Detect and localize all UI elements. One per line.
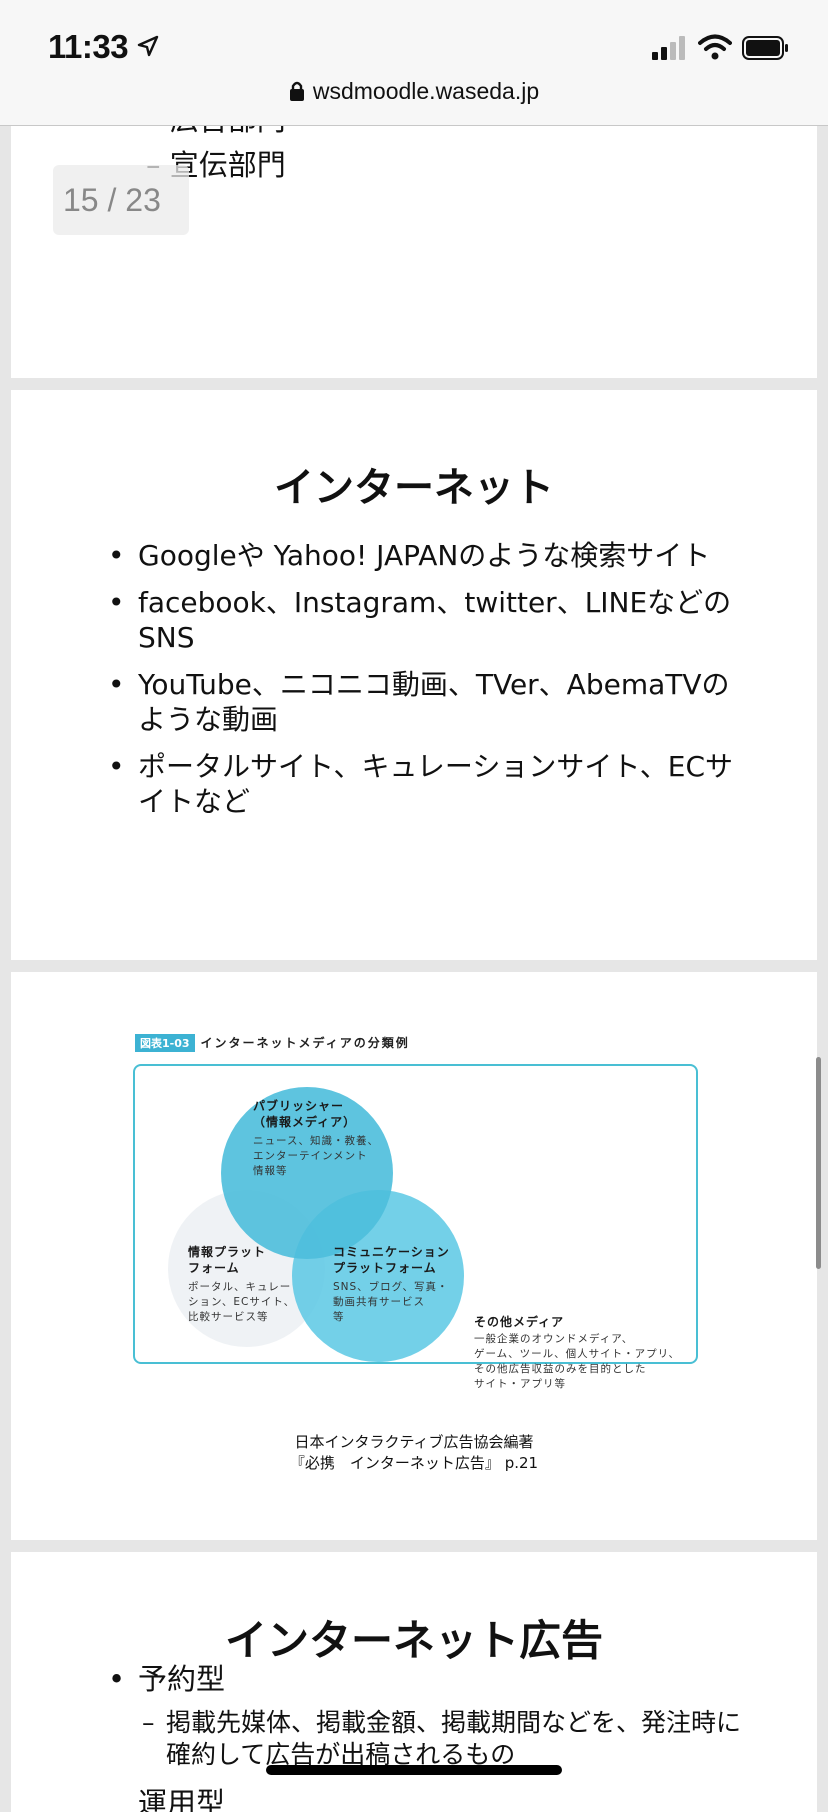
status-time: 11:33 <box>48 28 129 65</box>
other-media-desc: 一般企業のオウンドメディア、 ゲーム、ツール、個人サイト・アプリ、 その他広告収… <box>474 1333 681 1390</box>
home-indicator[interactable] <box>266 1765 562 1775</box>
publisher-desc: ニュース、知識・教養、 エンターテインメント 情報等 <box>253 1135 379 1177</box>
slide-figure: 図表1-03 インターネットメディアの分類例 パブリッシャー （情報メディア） ニ… <box>11 972 817 1540</box>
figure-badge: 図表1-03 <box>135 1034 195 1052</box>
url-bar[interactable]: wsdmoodle.waseda.jp <box>0 78 828 105</box>
figure-source: 日本インタラクティブ広告協会編著 『必携 インターネット広告』 p.21 <box>289 1433 539 1472</box>
battery-icon <box>742 36 788 60</box>
lock-icon <box>289 81 304 101</box>
bullet-item: 予約型 <box>108 1662 748 1696</box>
communication-desc: SNS、ブログ、写真・ 動画共有サービス 等 <box>333 1281 449 1323</box>
slide-title: インターネット <box>274 465 554 511</box>
bullet-item: facebook、Instagram、twitter、LINEなどのSNS <box>108 585 748 655</box>
publisher-label: パブリッシャー （情報メディア） <box>253 1099 357 1129</box>
bullet-list: 予約型 <box>108 1662 748 1696</box>
figure-caption-text: インターネットメディアの分類例 <box>200 1036 410 1050</box>
bullet-list: Googleや Yahoo! JAPANのような検索サイト facebook、I… <box>108 538 748 831</box>
bullet-item: 運用型 <box>138 1786 226 1812</box>
info-platform-desc: ポータル、キュレー ション、ECサイト、 比較サービス等 <box>188 1281 296 1323</box>
page-counter: 15 / 23 <box>53 165 189 235</box>
signal-icon <box>652 36 685 60</box>
sub-bullet-item: 掲載先媒体、掲載金額、掲載期間などを、発注時に確約して広告が出稿されるもの <box>142 1707 756 1771</box>
slide-internet: インターネット Googleや Yahoo! JAPANのような検索サイト fa… <box>11 390 817 960</box>
communication-label: コミュニケーション プラットフォーム <box>333 1245 450 1275</box>
slide-title: インターネット広告 <box>224 1616 603 1665</box>
location-arrow-icon <box>137 35 159 57</box>
bullet-item: Googleや Yahoo! JAPANのような検索サイト <box>108 538 748 573</box>
safari-top-bar: 11:33 wsdmoodle.waseda.jp <box>0 0 828 126</box>
wifi-icon <box>698 34 732 60</box>
scrollbar[interactable] <box>816 1057 821 1269</box>
info-platform-label: 情報プラット フォーム <box>188 1245 267 1275</box>
url-text: wsdmoodle.waseda.jp <box>312 78 540 104</box>
other-media-label: その他メディア <box>474 1315 565 1329</box>
bullet-item: ポータルサイト、キュレーションサイト、ECサイトなど <box>108 749 748 819</box>
figure-caption: 図表1-03 インターネットメディアの分類例 <box>135 1034 410 1052</box>
bullet-item: YouTube、ニコニコ動画、TVer、AbemaTVのような動画 <box>108 667 748 737</box>
